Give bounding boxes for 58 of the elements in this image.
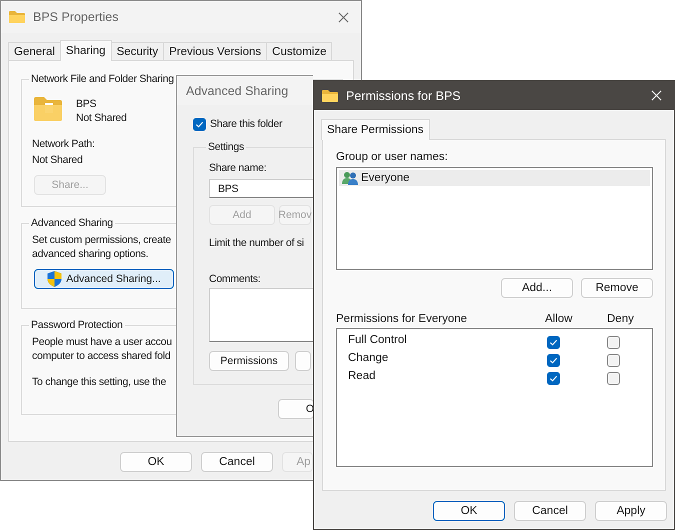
- share-name-field[interactable]: BPS: [209, 179, 313, 198]
- users-icon: [342, 171, 358, 185]
- comments-field[interactable]: [209, 288, 313, 342]
- checkbox[interactable]: [607, 336, 620, 348]
- button[interactable]: Apply: [595, 501, 667, 521]
- folder-icon: [9, 11, 25, 23]
- button[interactable]: Cancel: [514, 501, 586, 521]
- limit-text: Limit the number of si: [209, 236, 304, 250]
- group-label: Network File and Folder Sharing: [30, 73, 175, 85]
- checkbox[interactable]: [193, 118, 206, 130]
- description-text: computer to access shared fold: [32, 349, 170, 363]
- tab[interactable]: General: [8, 42, 61, 60]
- folder-name: BPS: [76, 97, 98, 111]
- column-header: Allow: [545, 313, 574, 325]
- window-title: Permissions for BPS: [346, 88, 461, 102]
- description-text: Set custom permissions, create: [32, 233, 171, 247]
- list-item[interactable]: Everyone: [339, 170, 650, 186]
- button[interactable]: Remove: [581, 278, 653, 298]
- checkbox[interactable]: [547, 372, 560, 384]
- column-header: Deny: [607, 313, 635, 325]
- close-icon[interactable]: [338, 12, 349, 22]
- description-text: To change this setting, use the: [32, 375, 166, 389]
- list-label: Group or user names:: [336, 150, 448, 164]
- description-text: People must have a user accou: [32, 335, 172, 349]
- checkbox-label: Share this folder: [210, 117, 282, 131]
- network-path-label: Network Path:: [32, 137, 95, 151]
- checkmark-icon: [195, 120, 204, 128]
- button[interactable]: Permissions: [209, 351, 289, 371]
- tab[interactable]: Sharing: [60, 40, 112, 61]
- button[interactable]: OK: [120, 452, 192, 472]
- button[interactable]: Cancel: [201, 452, 273, 472]
- window-title: Advanced Sharing: [186, 84, 288, 98]
- checkbox[interactable]: [607, 372, 620, 384]
- share-status: Not Shared: [76, 111, 127, 125]
- permissions-label: Permissions for Everyone: [336, 313, 468, 325]
- network-path-value: Not Shared: [32, 153, 83, 167]
- tab[interactable]: Security: [110, 42, 164, 60]
- button[interactable]: OK: [433, 501, 505, 521]
- tab[interactable]: Customize: [266, 42, 332, 60]
- field-label: Share name:: [209, 161, 266, 175]
- permission-name: Full Control: [348, 333, 408, 347]
- permission-name: Read: [348, 369, 376, 383]
- advanced-sharing-button[interactable]: Advanced Sharing...: [34, 269, 174, 289]
- group-label: Password Protection: [30, 319, 124, 331]
- button[interactable]: Add...: [501, 278, 573, 298]
- checkbox[interactable]: [547, 336, 560, 348]
- tab[interactable]: Share Permissions: [321, 119, 430, 140]
- permission-name: Change: [348, 351, 390, 365]
- description-text: advanced sharing options.: [32, 247, 148, 261]
- checkbox[interactable]: [607, 354, 620, 366]
- group-label: Advanced Sharing: [30, 217, 114, 229]
- folder-icon: [34, 97, 62, 121]
- folder-icon: [322, 90, 338, 102]
- shield-icon: [47, 271, 62, 287]
- field-label: Comments:: [209, 272, 260, 286]
- window-title: BPS Properties: [33, 10, 118, 24]
- group-label: Settings: [207, 141, 245, 153]
- checkbox[interactable]: [547, 354, 560, 366]
